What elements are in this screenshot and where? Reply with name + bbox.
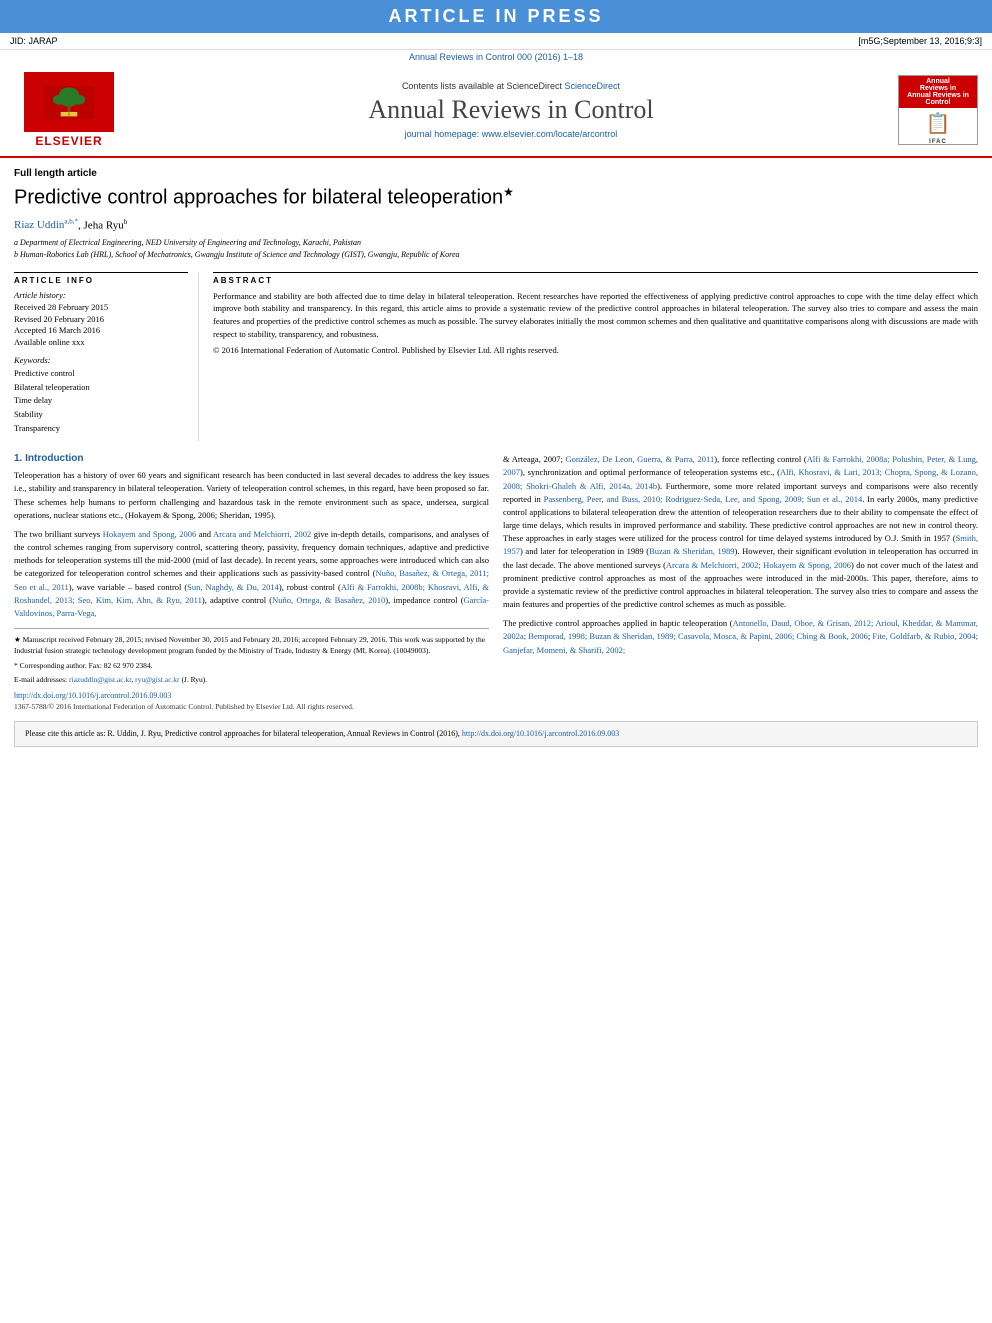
journal-title-main: Annual Reviews in Control	[124, 95, 898, 125]
email2-link[interactable]: ryu@gist.ac.kr	[135, 675, 179, 684]
arcara2002-link[interactable]: Arcara & Melchiorri, 2002; Hokayem & Spo…	[666, 560, 851, 570]
section1-para1: Teleoperation has a history of over 60 y…	[14, 469, 489, 522]
journal-homepage: journal homepage: www.elsevier.com/locat…	[124, 129, 898, 139]
article-in-press-banner: ARTICLE IN PRESS	[0, 0, 992, 33]
footnote-corresponding: * Corresponding author. Fax: 82 62 970 2…	[14, 660, 489, 671]
smith-link[interactable]: Smith, 1957	[503, 533, 978, 556]
abstract-block: ABSTRACT Performance and stability are b…	[213, 272, 978, 442]
article-info-block: ARTICLE INFO Article history: Received 2…	[14, 272, 199, 442]
affiliation-b: b Human-Robotics Lab (HRL), School of Me…	[14, 249, 978, 260]
jid-right: [m5G;September 13, 2016;9:3]	[858, 36, 982, 46]
arcara-link[interactable]: Arcara and Melchiorri, 2002	[213, 529, 311, 539]
sciencedirect-link[interactable]: ScienceDirect	[565, 81, 621, 91]
buzan-link[interactable]: Buzan & Sheridan, 1989	[649, 546, 734, 556]
affiliation-a: a Department of Electrical Engineering, …	[14, 237, 978, 248]
main-content: 1. Introduction Teleoperation has a hist…	[14, 453, 978, 711]
alfi2013-link[interactable]: Alfi, Khosravi, & Lari, 2013; Chopra, Sp…	[503, 467, 978, 490]
received-date: Received 28 February 2015 Revised 20 Feb…	[14, 302, 188, 350]
footnotes-section: ★ Manuscript received February 28, 2015;…	[14, 628, 489, 685]
affiliations: a Department of Electrical Engineering, …	[14, 237, 978, 259]
footnote-star: ★ Manuscript received February 28, 2015;…	[14, 634, 489, 657]
content-left: 1. Introduction Teleoperation has a hist…	[14, 453, 489, 711]
sun-link[interactable]: Sun, Naghdy, & Du, 2014	[187, 582, 279, 592]
journal-link-row: Annual Reviews in Control 000 (2016) 1–1…	[0, 50, 992, 64]
journal-link-text[interactable]: Annual Reviews in Control 000 (2016) 1–1…	[409, 52, 583, 62]
abstract-header: ABSTRACT	[213, 272, 978, 285]
abstract-copyright: © 2016 International Federation of Autom…	[213, 345, 978, 355]
section1-para2: The two brilliant surveys Hokayem and Sp…	[14, 528, 489, 620]
ifac-logo: Annual Reviews in Annual Reviews in Cont…	[898, 75, 978, 145]
passenberg-link[interactable]: Passenberg, Peer, and Buss, 2010; Rodrig…	[544, 494, 863, 504]
keywords-list: Predictive control Bilateral teleoperati…	[14, 367, 188, 435]
header-section: ELSEVIER Contents lists available at Sci…	[0, 64, 992, 158]
article-info-header: ARTICLE INFO	[14, 272, 188, 285]
section1-para3: & Arteaga, 2007; González, De Leon, Guer…	[503, 453, 978, 611]
citation-bar: Please cite this article as: R. Uddin, J…	[14, 721, 978, 747]
email1-link[interactable]: riazuddin@gist.ac.kr	[69, 675, 131, 684]
hokayem-link[interactable]: Hokayem and Spong, 2006	[103, 529, 197, 539]
contents-line: Contents lists available at ScienceDirec…	[124, 81, 898, 91]
article-info-abstract: ARTICLE INFO Article history: Received 2…	[14, 272, 978, 442]
header-center: Contents lists available at ScienceDirec…	[124, 81, 898, 139]
authors-line: Riaz Uddina,b,*, Jeha Ryub	[14, 218, 978, 232]
section1-title: 1. Introduction	[14, 453, 489, 464]
section1-para4: The predictive control approaches applie…	[503, 617, 978, 657]
history-label: Article history:	[14, 290, 188, 300]
elsevier-logo-image	[24, 72, 114, 132]
abstract-text: Performance and stability are both affec…	[213, 290, 978, 341]
article-body: Full length article Predictive control a…	[0, 158, 992, 757]
ifac-logo-inner: Annual Reviews in Annual Reviews in Cont…	[899, 76, 977, 108]
jid-row: JID: JARAP [m5G;September 13, 2016;9:3]	[0, 33, 992, 50]
gonzalez-link[interactable]: González, De Leon, Guerra, & Parra, 2011	[566, 454, 715, 464]
jid-left: JID: JARAP	[10, 36, 58, 46]
article-type: Full length article	[14, 168, 978, 179]
footnote-email: E-mail addresses: riazuddin@gist.ac.kr, …	[14, 674, 489, 685]
doi-section: http://dx.doi.org/10.1016/j.arcontrol.20…	[14, 691, 489, 700]
elsevier-logo: ELSEVIER	[14, 72, 124, 148]
content-right: & Arteaga, 2007; González, De Leon, Guer…	[503, 453, 978, 711]
nuno2-link[interactable]: Nuño, Ortega, & Basañez, 2010	[272, 595, 385, 605]
keywords-label: Keywords:	[14, 355, 188, 365]
article-main-title: Predictive control approaches for bilate…	[14, 185, 978, 210]
doi-link[interactable]: http://dx.doi.org/10.1016/j.arcontrol.20…	[14, 691, 171, 700]
author1-link[interactable]: Riaz Uddina,b,*	[14, 219, 78, 231]
elsevier-name: ELSEVIER	[35, 134, 102, 148]
citation-doi-link[interactable]: http://dx.doi.org/10.1016/j.arcontrol.20…	[462, 729, 619, 738]
title-star: ★	[503, 185, 514, 199]
issn-line: 1367-5788/© 2016 International Federatio…	[14, 702, 489, 711]
homepage-url[interactable]: www.elsevier.com/locate/arcontrol	[482, 129, 618, 139]
